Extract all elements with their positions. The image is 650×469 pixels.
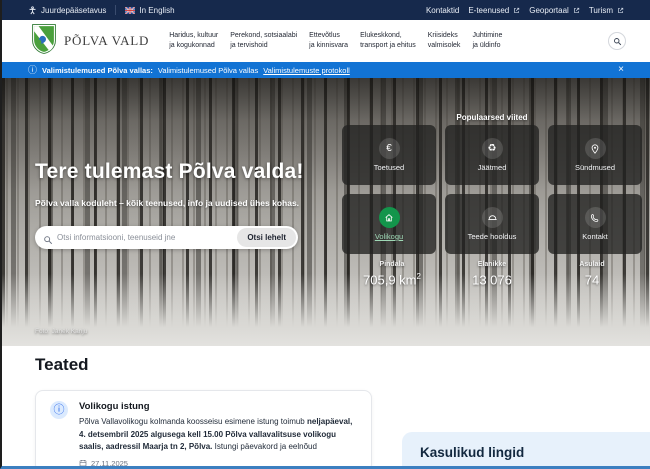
- nav-kriisideks[interactable]: Kriisideks valmisolek: [428, 31, 461, 52]
- accessibility-link[interactable]: Juurdepääsetavus: [28, 6, 106, 15]
- stat-value: 13 076: [442, 272, 542, 287]
- calendar-icon: [79, 459, 87, 469]
- notice-date: 27.11.2025: [79, 459, 357, 469]
- brand-name: PÕLVA VALD: [64, 33, 149, 49]
- euro-icon: €: [379, 138, 400, 159]
- accessibility-icon: [28, 6, 37, 15]
- external-link-icon: [573, 7, 580, 14]
- hero-search-submit[interactable]: Otsi lehelt: [237, 228, 296, 247]
- nav-perekond[interactable]: Perekond, sotsiaalabi ja tervishoid: [230, 31, 297, 52]
- location-pin-icon: [585, 138, 606, 159]
- hero-title: Tere tulemast Põlva valda!: [35, 160, 304, 184]
- banner-text: Valimistulemused Põlva vallas: [158, 66, 258, 75]
- nav-haridus[interactable]: Haridus, kultuur ja kogukonnad: [169, 31, 218, 52]
- tile-label: Kontakt: [582, 232, 607, 241]
- tile-kontakt[interactable]: Kontakt: [548, 194, 642, 254]
- external-link-icon: [617, 7, 624, 14]
- tile-jaatmed[interactable]: ♻ Jäätmed: [445, 125, 539, 185]
- uk-flag-icon: [125, 7, 135, 14]
- brand-logo[interactable]: PÕLVA VALD: [32, 24, 149, 59]
- hero-subtitle: Põlva valla koduleht – kõik teenused, in…: [35, 198, 299, 208]
- stat-label: Asulaid: [542, 261, 642, 268]
- info-icon: ⓘ: [50, 401, 68, 419]
- helmet-icon: [482, 207, 503, 228]
- tile-label: Sündmused: [575, 163, 615, 172]
- alert-banner: ⓘ Valimistulemused Põlva vallas: Valimis…: [2, 62, 650, 78]
- topbar-link-e-teenused[interactable]: E-teenused: [468, 6, 520, 15]
- search-icon: [43, 232, 53, 249]
- photo-credit: Foto: Janek Kanju: [35, 328, 87, 335]
- topbar-link-label: Turism: [589, 6, 613, 15]
- topbar-divider: [115, 5, 116, 15]
- stat-elanikke: Elanikke 13 076: [442, 261, 542, 287]
- hero-section: Tere tulemast Põlva valda! Põlva valla k…: [2, 78, 650, 346]
- notice-text: Põlva Vallavolikogu kolmanda koosseisu e…: [79, 416, 357, 454]
- tile-label: Teede hooldus: [468, 232, 517, 241]
- topbar: Juurdepääsetavus In English Kontak: [2, 0, 650, 20]
- hero-search-input[interactable]: [35, 226, 235, 249]
- topbar-link-geoportaal[interactable]: Geoportaal: [529, 6, 580, 15]
- notice-date-text: 27.11.2025: [91, 459, 128, 468]
- stat-label: Elanikke: [442, 261, 542, 268]
- stat-value: 705,9 km2: [342, 272, 442, 287]
- topbar-link-label: Kontaktid: [426, 6, 459, 15]
- stat-value: 74: [542, 272, 642, 287]
- language-label: In English: [139, 6, 174, 15]
- tile-toetused[interactable]: € Toetused: [342, 125, 436, 185]
- nav-ettevotlus[interactable]: Ettevõtlus ja kinnisvara: [309, 31, 348, 52]
- tile-sundmused[interactable]: Sündmused: [548, 125, 642, 185]
- popular-links-label: Populaarsed viited: [342, 113, 642, 122]
- hero-search: Otsi lehelt: [35, 226, 298, 249]
- banner-title: Valimistulemused Põlva vallas:: [42, 66, 153, 75]
- stat-asulaid: Asulaid 74: [542, 261, 642, 287]
- stat-label: Pindala: [342, 261, 442, 268]
- notice-card[interactable]: ⓘ Volikogu istung Põlva Vallavolikogu ko…: [35, 390, 372, 469]
- useful-links-panel: Kasulikud lingid: [402, 432, 650, 469]
- header-search-button[interactable]: [608, 32, 626, 50]
- site-header: PÕLVA VALD Haridus, kultuur ja kogukonna…: [2, 20, 650, 62]
- external-link-icon: [513, 7, 520, 14]
- home-icon: [379, 207, 400, 228]
- notices-section: Teated ⓘ Volikogu istung Põlva Vallavoli…: [2, 346, 650, 469]
- page: Juurdepääsetavus In English Kontak: [0, 0, 650, 469]
- tile-label: Jäätmed: [478, 163, 507, 172]
- tile-label: Toetused: [374, 163, 404, 172]
- quick-link-tiles: € Toetused ♻ Jäätmed Sündmused: [342, 125, 642, 254]
- topbar-link-kontaktid[interactable]: Kontaktid: [426, 6, 459, 15]
- notice-title: Volikogu istung: [79, 401, 357, 412]
- coat-of-arms-icon: [32, 24, 56, 59]
- topbar-link-turism[interactable]: Turism: [589, 6, 624, 15]
- municipality-stats: Pindala 705,9 km2 Elanikke 13 076 Asulai…: [342, 261, 642, 287]
- tile-teede-hooldus[interactable]: Teede hooldus: [445, 194, 539, 254]
- nav-juhtimine[interactable]: Juhtimine ja üldinfo: [472, 31, 502, 52]
- accessibility-label: Juurdepääsetavus: [41, 6, 106, 15]
- topbar-link-label: Geoportaal: [529, 6, 569, 15]
- banner-protocol-link[interactable]: Valimistulemuste protokoll: [263, 66, 350, 75]
- useful-links-heading: Kasulikud lingid: [420, 445, 650, 460]
- stat-pindala: Pindala 705,9 km2: [342, 261, 442, 287]
- tile-label: Volikogu: [375, 232, 403, 241]
- info-icon: ⓘ: [28, 66, 37, 75]
- main-nav: Haridus, kultuur ja kogukonnad Perekond,…: [169, 31, 502, 52]
- language-switch[interactable]: In English: [125, 6, 174, 15]
- tile-volikogu[interactable]: Volikogu: [342, 194, 436, 254]
- topbar-link-label: E-teenused: [468, 6, 509, 15]
- nav-elukeskkond[interactable]: Elukeskkond, transport ja ehitus: [360, 31, 416, 52]
- notices-heading: Teated: [35, 355, 89, 375]
- close-icon[interactable]: ×: [618, 65, 624, 75]
- phone-icon: [585, 207, 606, 228]
- search-icon: [613, 34, 622, 49]
- recycle-icon: ♻: [482, 138, 503, 159]
